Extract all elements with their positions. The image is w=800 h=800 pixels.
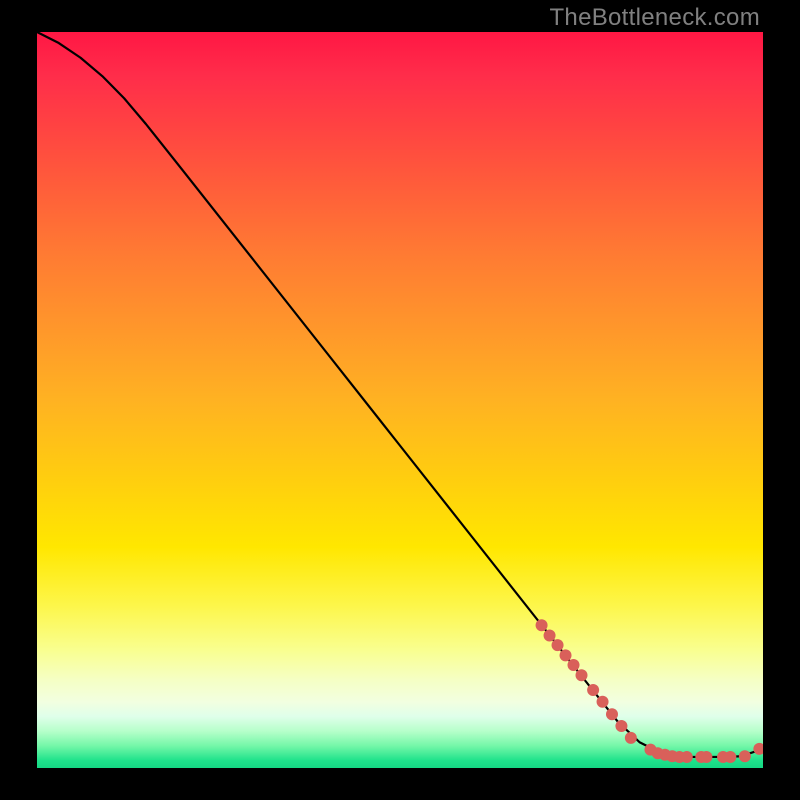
data-point xyxy=(606,708,618,720)
chart-frame: TheBottleneck.com xyxy=(0,0,800,800)
data-point xyxy=(544,630,556,642)
watermark-text: TheBottleneck.com xyxy=(549,4,760,32)
data-point xyxy=(700,751,712,763)
plot-area xyxy=(37,32,763,768)
data-point xyxy=(724,751,736,763)
data-point xyxy=(615,720,627,732)
data-point xyxy=(681,751,693,763)
chart-svg xyxy=(37,32,763,768)
data-point xyxy=(587,684,599,696)
curve-markers xyxy=(536,619,763,763)
data-point xyxy=(576,669,588,681)
curve-line xyxy=(37,32,763,757)
data-point xyxy=(568,659,580,671)
data-point xyxy=(625,732,637,744)
data-point xyxy=(739,750,751,762)
data-point xyxy=(536,619,548,631)
data-point xyxy=(753,743,763,755)
data-point xyxy=(597,696,609,708)
data-point xyxy=(552,639,564,651)
data-point xyxy=(560,649,572,661)
